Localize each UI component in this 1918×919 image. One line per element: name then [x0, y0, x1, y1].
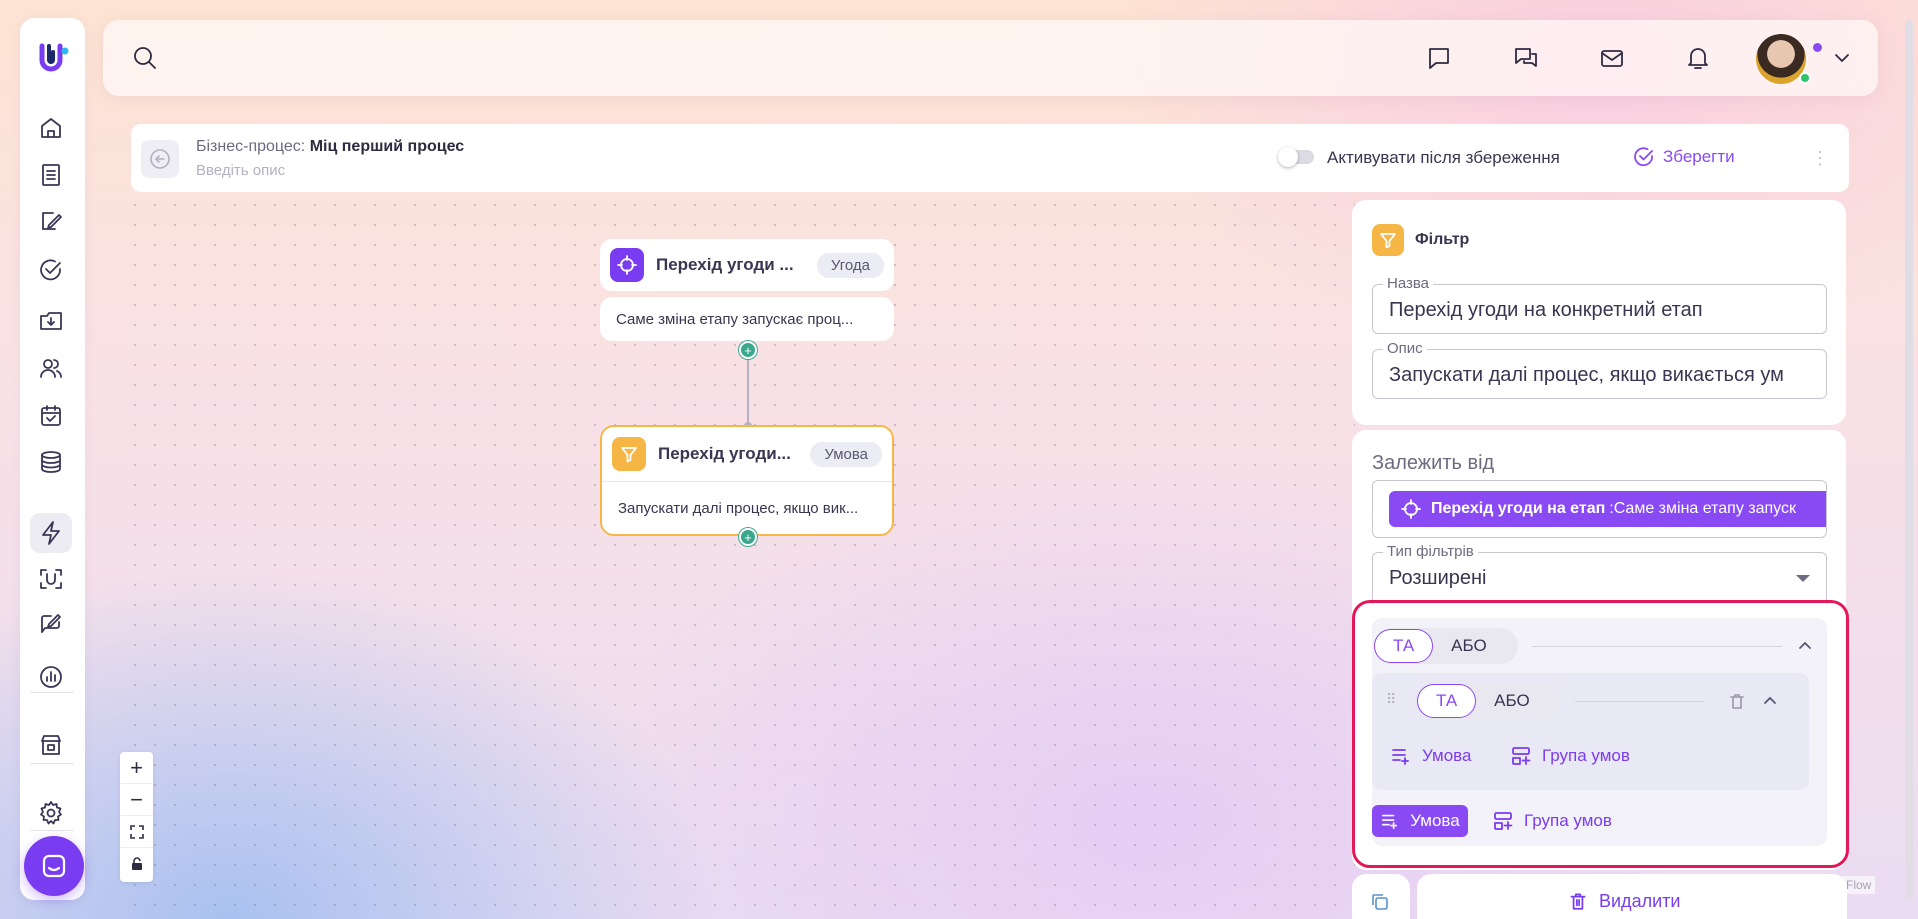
filter-node[interactable]: Перехід угоди... Умова Запускати далі пр…: [600, 425, 894, 536]
copy-button[interactable]: [1352, 874, 1410, 919]
panel-title: Фільтр: [1415, 231, 1470, 248]
process-description-input[interactable]: Введіть опис: [196, 162, 285, 179]
check-circle-icon[interactable]: [30, 250, 72, 290]
node-tag: Умова: [810, 441, 882, 467]
inbox-download-icon[interactable]: [30, 301, 72, 341]
filter-type-select[interactable]: Тип фільтрів Розширені: [1372, 543, 1827, 604]
back-button[interactable]: [141, 140, 179, 178]
zoom-in-icon[interactable]: +: [120, 752, 153, 784]
sidebar: [20, 18, 85, 900]
save-button[interactable]: Зберегти: [1633, 146, 1735, 168]
lock-icon[interactable]: [120, 848, 153, 880]
online-status-dot: [1799, 72, 1811, 84]
zoom-controls: + −: [120, 752, 153, 882]
logo-icon[interactable]: [37, 42, 69, 74]
scan-icon[interactable]: [30, 559, 72, 599]
store-icon[interactable]: [30, 725, 72, 765]
node-title: Перехід угоди...: [658, 444, 791, 463]
flow-attribution: Flow: [1842, 876, 1876, 894]
top-bar: [103, 20, 1878, 96]
chat-icon: [42, 854, 66, 878]
arrow-left-circle-icon: [150, 149, 170, 169]
activate-toggle[interactable]: [1278, 147, 1314, 167]
node-tag: Угода: [816, 252, 884, 278]
analytics-icon[interactable]: [30, 657, 72, 697]
node-header: Перехід угоди... Умова: [602, 427, 892, 481]
database-layers-icon[interactable]: [30, 442, 72, 482]
description-field[interactable]: Опис Запускати далі процес, якщо викаєть…: [1372, 340, 1827, 399]
home-icon[interactable]: [30, 108, 72, 148]
depends-on-field[interactable]: Перехід угоди на етап :Саме зміна етапу …: [1372, 480, 1827, 538]
node-description: Запускати далі процес, якщо вик...: [602, 481, 892, 534]
target-icon: [1401, 499, 1421, 519]
node-title: Перехід угоди ...: [656, 255, 794, 274]
filter-icon: [1372, 224, 1404, 256]
add-node-icon[interactable]: +: [739, 341, 757, 359]
add-node-icon[interactable]: +: [739, 528, 757, 546]
settings-gear-icon[interactable]: [30, 793, 72, 833]
node-connector: [747, 350, 749, 425]
notification-dot: [1813, 43, 1822, 52]
activate-toggle-label: Активувати після збереження: [1327, 148, 1560, 167]
zoom-out-icon[interactable]: −: [120, 784, 153, 816]
chats-icon[interactable]: [1508, 40, 1544, 76]
filter-type-label: Тип фільтрів: [1383, 543, 1478, 560]
description-field-label: Опис: [1383, 340, 1427, 357]
node-description: Саме зміна етапу запускає проц...: [600, 297, 894, 341]
fit-view-icon[interactable]: [120, 816, 153, 848]
chat-support-button[interactable]: [24, 836, 84, 896]
process-header: Бізнес-процес: Міц перший процес Введіть…: [131, 124, 1849, 192]
copy-icon: [1372, 894, 1388, 910]
process-title: Бізнес-процес: Міц перший процес: [196, 138, 464, 156]
calendar-check-icon[interactable]: [30, 396, 72, 436]
delete-label: Видалити: [1599, 890, 1681, 911]
depends-chip-title: Перехід угоди на етап: [1431, 500, 1606, 517]
chevron-down-icon[interactable]: [1824, 40, 1860, 76]
page-scrollbar[interactable]: [1905, 20, 1913, 900]
users-icon[interactable]: [30, 348, 72, 388]
bell-icon[interactable]: [1680, 40, 1716, 76]
mail-icon[interactable]: [1594, 40, 1630, 76]
trash-icon: [1570, 893, 1586, 910]
check-circle-icon: [1634, 147, 1653, 167]
node-header: Перехід угоди ... Угода: [600, 239, 894, 291]
message-square-icon[interactable]: [1421, 40, 1457, 76]
delete-button-content: Видалити: [1567, 890, 1680, 912]
save-label: Зберегти: [1663, 147, 1735, 166]
tasks-edit-icon[interactable]: [30, 201, 72, 241]
process-label: Бізнес-процес:: [196, 138, 306, 155]
dropdown-arrow-icon: [1796, 575, 1810, 582]
delete-button[interactable]: Видалити: [1417, 874, 1847, 919]
highlight-frame: [1352, 600, 1849, 868]
filter-type-value: Розширені: [1389, 567, 1487, 589]
name-field[interactable]: Назва Перехід угоди на конкретний етап: [1372, 275, 1827, 334]
process-name[interactable]: Міц перший процес: [310, 138, 464, 155]
name-field-label: Назва: [1383, 275, 1434, 292]
feedback-edit-icon[interactable]: [30, 604, 72, 644]
more-options-icon[interactable]: ⋮: [1811, 148, 1829, 169]
depends-chip-text: :Саме зміна етапу запуск: [1609, 500, 1796, 517]
filter-info-panel: Фільтр Назва Перехід угоди на конкретний…: [1352, 200, 1846, 425]
search-icon[interactable]: [127, 40, 163, 76]
target-icon: [610, 248, 644, 282]
name-field-value: Перехід угоди на конкретний етап: [1389, 299, 1703, 321]
automation-lightning-icon[interactable]: [30, 513, 72, 553]
description-field-value: Запускати далі процес, якщо викається ум: [1389, 364, 1784, 386]
depends-on-chip[interactable]: Перехід угоди на етап :Саме зміна етапу …: [1389, 491, 1826, 527]
filter-icon: [612, 437, 646, 471]
depends-on-label: Залежить від: [1372, 452, 1495, 474]
trigger-node[interactable]: Перехід угоди ... Угода Саме зміна етапу…: [600, 239, 894, 341]
document-list-icon[interactable]: [30, 155, 72, 195]
